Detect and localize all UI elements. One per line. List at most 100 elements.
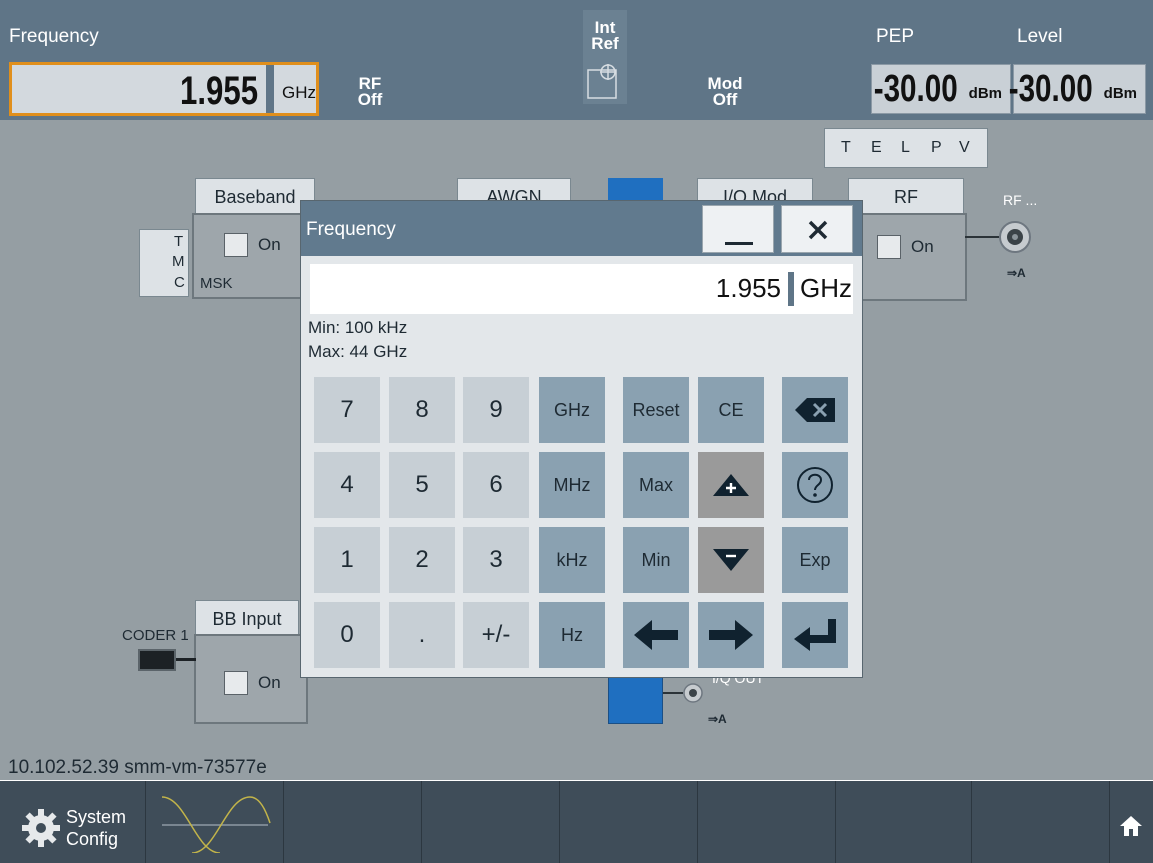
key-ce[interactable]: CE <box>698 377 764 443</box>
key-sign[interactable]: +/- <box>463 602 529 668</box>
key-1[interactable]: 1 <box>314 527 380 593</box>
key-step-down[interactable] <box>698 527 764 593</box>
mod-off-button[interactable]: Mod Off <box>700 75 750 109</box>
key-cursor-right[interactable] <box>698 602 764 668</box>
key-8[interactable]: 8 <box>389 377 455 443</box>
dialog-title: Frequency <box>306 219 396 240</box>
system-config-button[interactable]: System Config <box>0 781 146 863</box>
baseband-title[interactable]: Baseband <box>195 178 315 214</box>
minimize-icon <box>725 242 753 245</box>
gear-icon <box>22 809 60 847</box>
system-config-line1: System <box>66 807 127 827</box>
rf-connector-icon[interactable] <box>998 220 1032 254</box>
key-step-up[interactable] <box>698 452 764 518</box>
key-2[interactable]: 2 <box>389 527 455 593</box>
key-exp[interactable]: Exp <box>782 527 848 593</box>
taskbar-slot-7[interactable] <box>836 781 972 863</box>
arrow-right-icon <box>709 620 753 650</box>
host-label: 10.102.52.39 smm-vm-73577e <box>8 757 267 778</box>
key-3[interactable]: 3 <box>463 527 529 593</box>
key-max[interactable]: Max <box>623 452 689 518</box>
taskbar-slot-4[interactable] <box>422 781 560 863</box>
rf-button-line2: Off <box>357 90 383 109</box>
bb-input-block[interactable]: On <box>194 634 308 724</box>
key-backspace[interactable] <box>782 377 848 443</box>
home-button[interactable] <box>1110 781 1153 863</box>
minimize-button[interactable] <box>702 205 774 253</box>
dialog-input-unit: GHz <box>800 273 852 303</box>
backspace-icon <box>795 398 835 422</box>
key-enter[interactable] <box>782 602 848 668</box>
rf-block[interactable]: On <box>845 213 967 301</box>
tmc-m: M <box>172 253 185 270</box>
rf-connector-route: ⇒A <box>1007 266 1026 280</box>
help-icon <box>797 467 833 503</box>
key-decimal[interactable]: . <box>389 602 455 668</box>
signal-view-button[interactable] <box>146 781 284 863</box>
key-5[interactable]: 5 <box>389 452 455 518</box>
level-field[interactable]: -30.00 dBm <box>1009 64 1146 114</box>
bb-input-on-checkbox[interactable] <box>224 671 248 695</box>
coder-connector-icon[interactable] <box>138 649 176 671</box>
system-config-line2: Config <box>66 829 119 849</box>
min-limit-label: Min: 100 kHz <box>308 318 408 337</box>
level-label: Level <box>1017 26 1063 47</box>
key-0[interactable]: 0 <box>314 602 380 668</box>
key-mhz[interactable]: MHz <box>539 452 605 518</box>
level-value: -30.00 <box>1008 68 1093 110</box>
arrow-left-icon <box>634 620 678 650</box>
int-ref-line2: Ref <box>591 34 619 53</box>
telpv-panel[interactable]: T E L P V <box>824 128 988 168</box>
key-help[interactable] <box>782 452 848 518</box>
key-6[interactable]: 6 <box>463 452 529 518</box>
taskbar-slot-6[interactable] <box>698 781 836 863</box>
rf-connector-line <box>965 236 999 238</box>
taskbar-slot-8[interactable] <box>972 781 1110 863</box>
frequency-label: Frequency <box>9 26 99 47</box>
key-hz[interactable]: Hz <box>539 602 605 668</box>
key-9[interactable]: 9 <box>463 377 529 443</box>
dialog-input-value: 1.955 <box>715 273 781 303</box>
tmc-panel[interactable]: T M C <box>139 229 189 297</box>
pep-field: -30.00 dBm <box>871 64 1011 114</box>
close-button[interactable] <box>781 205 853 253</box>
dialog-value-input[interactable]: 1.955 GHz <box>310 264 853 314</box>
close-icon <box>808 220 828 240</box>
status-bar: Frequency 1.955 GHz RF Off Int Ref Mod O… <box>0 0 1153 120</box>
reference-icon <box>587 64 617 99</box>
rf-on-checkbox[interactable] <box>877 235 901 259</box>
dialog-input-cursor <box>788 272 794 306</box>
frequency-field[interactable]: 1.955 GHz <box>9 62 319 116</box>
key-reset[interactable]: Reset <box>623 377 689 443</box>
key-min[interactable]: Min <box>623 527 689 593</box>
sine-wave-icon <box>161 796 271 853</box>
int-ref-label: Int Ref <box>583 19 627 53</box>
telpv-l: L <box>901 139 910 156</box>
tmc-c: C <box>174 274 185 291</box>
key-7[interactable]: 7 <box>314 377 380 443</box>
baseband-on-checkbox[interactable] <box>224 233 248 257</box>
iq-bus-bottom <box>608 676 663 724</box>
dialog-header[interactable]: Frequency <box>301 201 862 256</box>
enter-icon <box>794 619 836 651</box>
telpv-v: V <box>959 139 970 156</box>
rf-connector-label: RF ... <box>1003 192 1038 208</box>
telpv-t: T <box>841 139 851 156</box>
iq-out-route: ⇒A <box>708 712 727 726</box>
key-4[interactable]: 4 <box>314 452 380 518</box>
step-up-icon <box>713 474 749 496</box>
bb-input-title[interactable]: BB Input <box>195 600 299 636</box>
mod-button-line2: Off <box>712 90 738 109</box>
iq-out-connector-icon[interactable] <box>682 682 704 704</box>
rf-off-button[interactable]: RF Off <box>348 75 392 109</box>
bb-input-on-label: On <box>258 673 281 692</box>
telpv-p: P <box>931 139 942 156</box>
key-cursor-left[interactable] <box>623 602 689 668</box>
taskbar-slot-5[interactable] <box>560 781 698 863</box>
key-ghz[interactable]: GHz <box>539 377 605 443</box>
pep-value: -30.00 <box>873 68 958 110</box>
key-khz[interactable]: kHz <box>539 527 605 593</box>
pep-unit: dBm <box>968 85 1002 102</box>
rf-title[interactable]: RF <box>848 178 964 214</box>
taskbar-slot-3[interactable] <box>284 781 422 863</box>
